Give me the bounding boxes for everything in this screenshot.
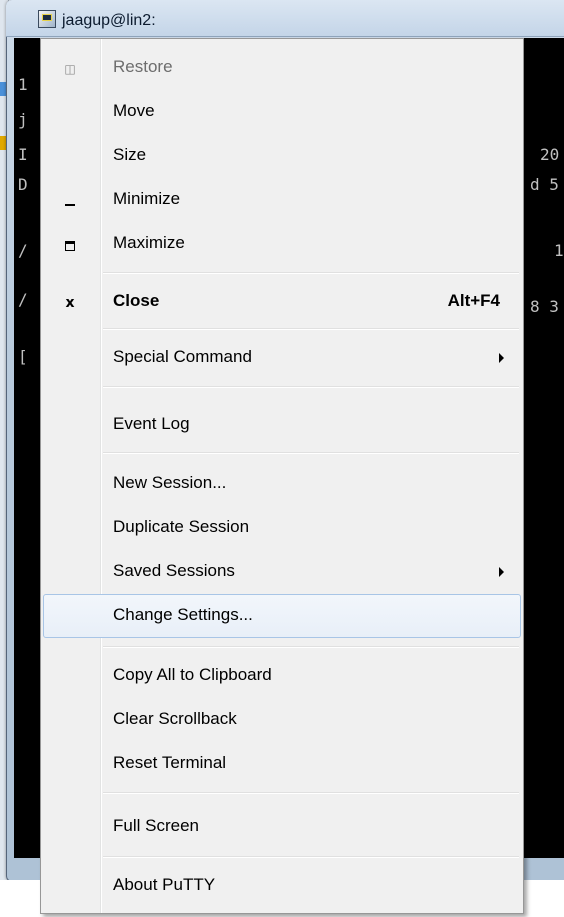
menu-item-label: About PuTTY	[113, 875, 216, 894]
menu-item-label: Size	[113, 145, 147, 164]
menu-item-label: Copy All to Clipboard	[113, 665, 272, 684]
restore-icon: ◫	[64, 62, 76, 76]
menu-item-label: Close	[113, 291, 160, 310]
menu-separator	[103, 452, 519, 454]
menu-item-label: Restore	[113, 57, 173, 76]
submenu-arrow-icon	[499, 353, 504, 363]
terminal-line: I	[18, 145, 28, 164]
terminal-line: /	[18, 241, 28, 260]
menu-item-label: Minimize	[113, 189, 181, 208]
menu-item-label: Duplicate Session	[113, 517, 250, 536]
menu-item-label: Move	[113, 101, 155, 120]
menu-item-label: Clear Scrollback	[113, 709, 237, 728]
menu-item-clear-scrollback[interactable]: Clear Scrollback	[43, 698, 521, 742]
window-title: jaagup@lin2:	[62, 12, 156, 29]
menu-item-minimize[interactable]: Minimize	[43, 178, 521, 222]
terminal-line: [	[18, 347, 28, 366]
minimize-icon	[62, 193, 78, 209]
menu-item-move[interactable]: Move	[43, 90, 521, 134]
menu-item-restore[interactable]: ◫ Restore	[43, 46, 521, 90]
menu-item-label: Saved Sessions	[113, 561, 235, 580]
submenu-arrow-icon	[499, 567, 504, 577]
menu-item-copy-all[interactable]: Copy All to Clipboard	[43, 654, 521, 698]
menu-separator	[103, 646, 519, 648]
terminal-line: d 5	[530, 175, 559, 194]
menu-item-new-session[interactable]: New Session...	[43, 462, 521, 506]
menu-item-label: Change Settings...	[113, 605, 253, 624]
menu-item-saved-sessions[interactable]: Saved Sessions	[43, 550, 521, 594]
terminal-line: 1	[554, 241, 564, 260]
putty-app-icon[interactable]	[38, 10, 56, 28]
menu-item-label: Special Command	[113, 347, 252, 366]
shortcut-label: Alt+F4	[447, 291, 500, 310]
menu-item-special-command[interactable]: Special Command	[43, 336, 521, 380]
menu-separator	[103, 272, 519, 274]
menu-item-label: Full Screen	[113, 816, 199, 835]
menu-item-full-screen[interactable]: Full Screen	[43, 805, 521, 849]
menu-separator	[103, 386, 519, 388]
menu-item-close[interactable]: x Close Alt+F4	[43, 280, 521, 324]
menu-item-duplicate-session[interactable]: Duplicate Session	[43, 506, 521, 550]
close-icon: x	[65, 295, 75, 311]
terminal-line: 8 3	[530, 297, 559, 316]
terminal-line: D	[18, 175, 28, 194]
terminal-line: 1	[18, 75, 28, 94]
terminal-line: j	[18, 110, 28, 129]
menu-item-maximize[interactable]: Maximize	[43, 222, 521, 266]
menu-item-change-settings[interactable]: Change Settings...	[43, 594, 521, 638]
terminal-line: 20	[540, 145, 560, 164]
menu-item-label: Event Log	[113, 414, 190, 433]
menu-item-label: Reset Terminal	[113, 753, 227, 772]
menu-item-label: Maximize	[113, 233, 185, 252]
menu-item-event-log[interactable]: Event Log	[43, 403, 521, 447]
menu-item-about[interactable]: About PuTTY	[43, 864, 521, 908]
menu-item-size[interactable]: Size	[43, 134, 521, 178]
menu-separator	[103, 328, 519, 330]
terminal-line: /	[18, 290, 28, 309]
menu-separator	[103, 856, 519, 858]
maximize-icon	[62, 237, 78, 253]
menu-item-label: New Session...	[113, 473, 227, 492]
menu-separator	[103, 792, 519, 794]
system-menu: ◫ Restore Move Size Minimize Maximize x …	[40, 38, 524, 914]
menu-item-reset-terminal[interactable]: Reset Terminal	[43, 742, 521, 786]
title-bar[interactable]: jaagup@lin2:	[6, 0, 564, 37]
